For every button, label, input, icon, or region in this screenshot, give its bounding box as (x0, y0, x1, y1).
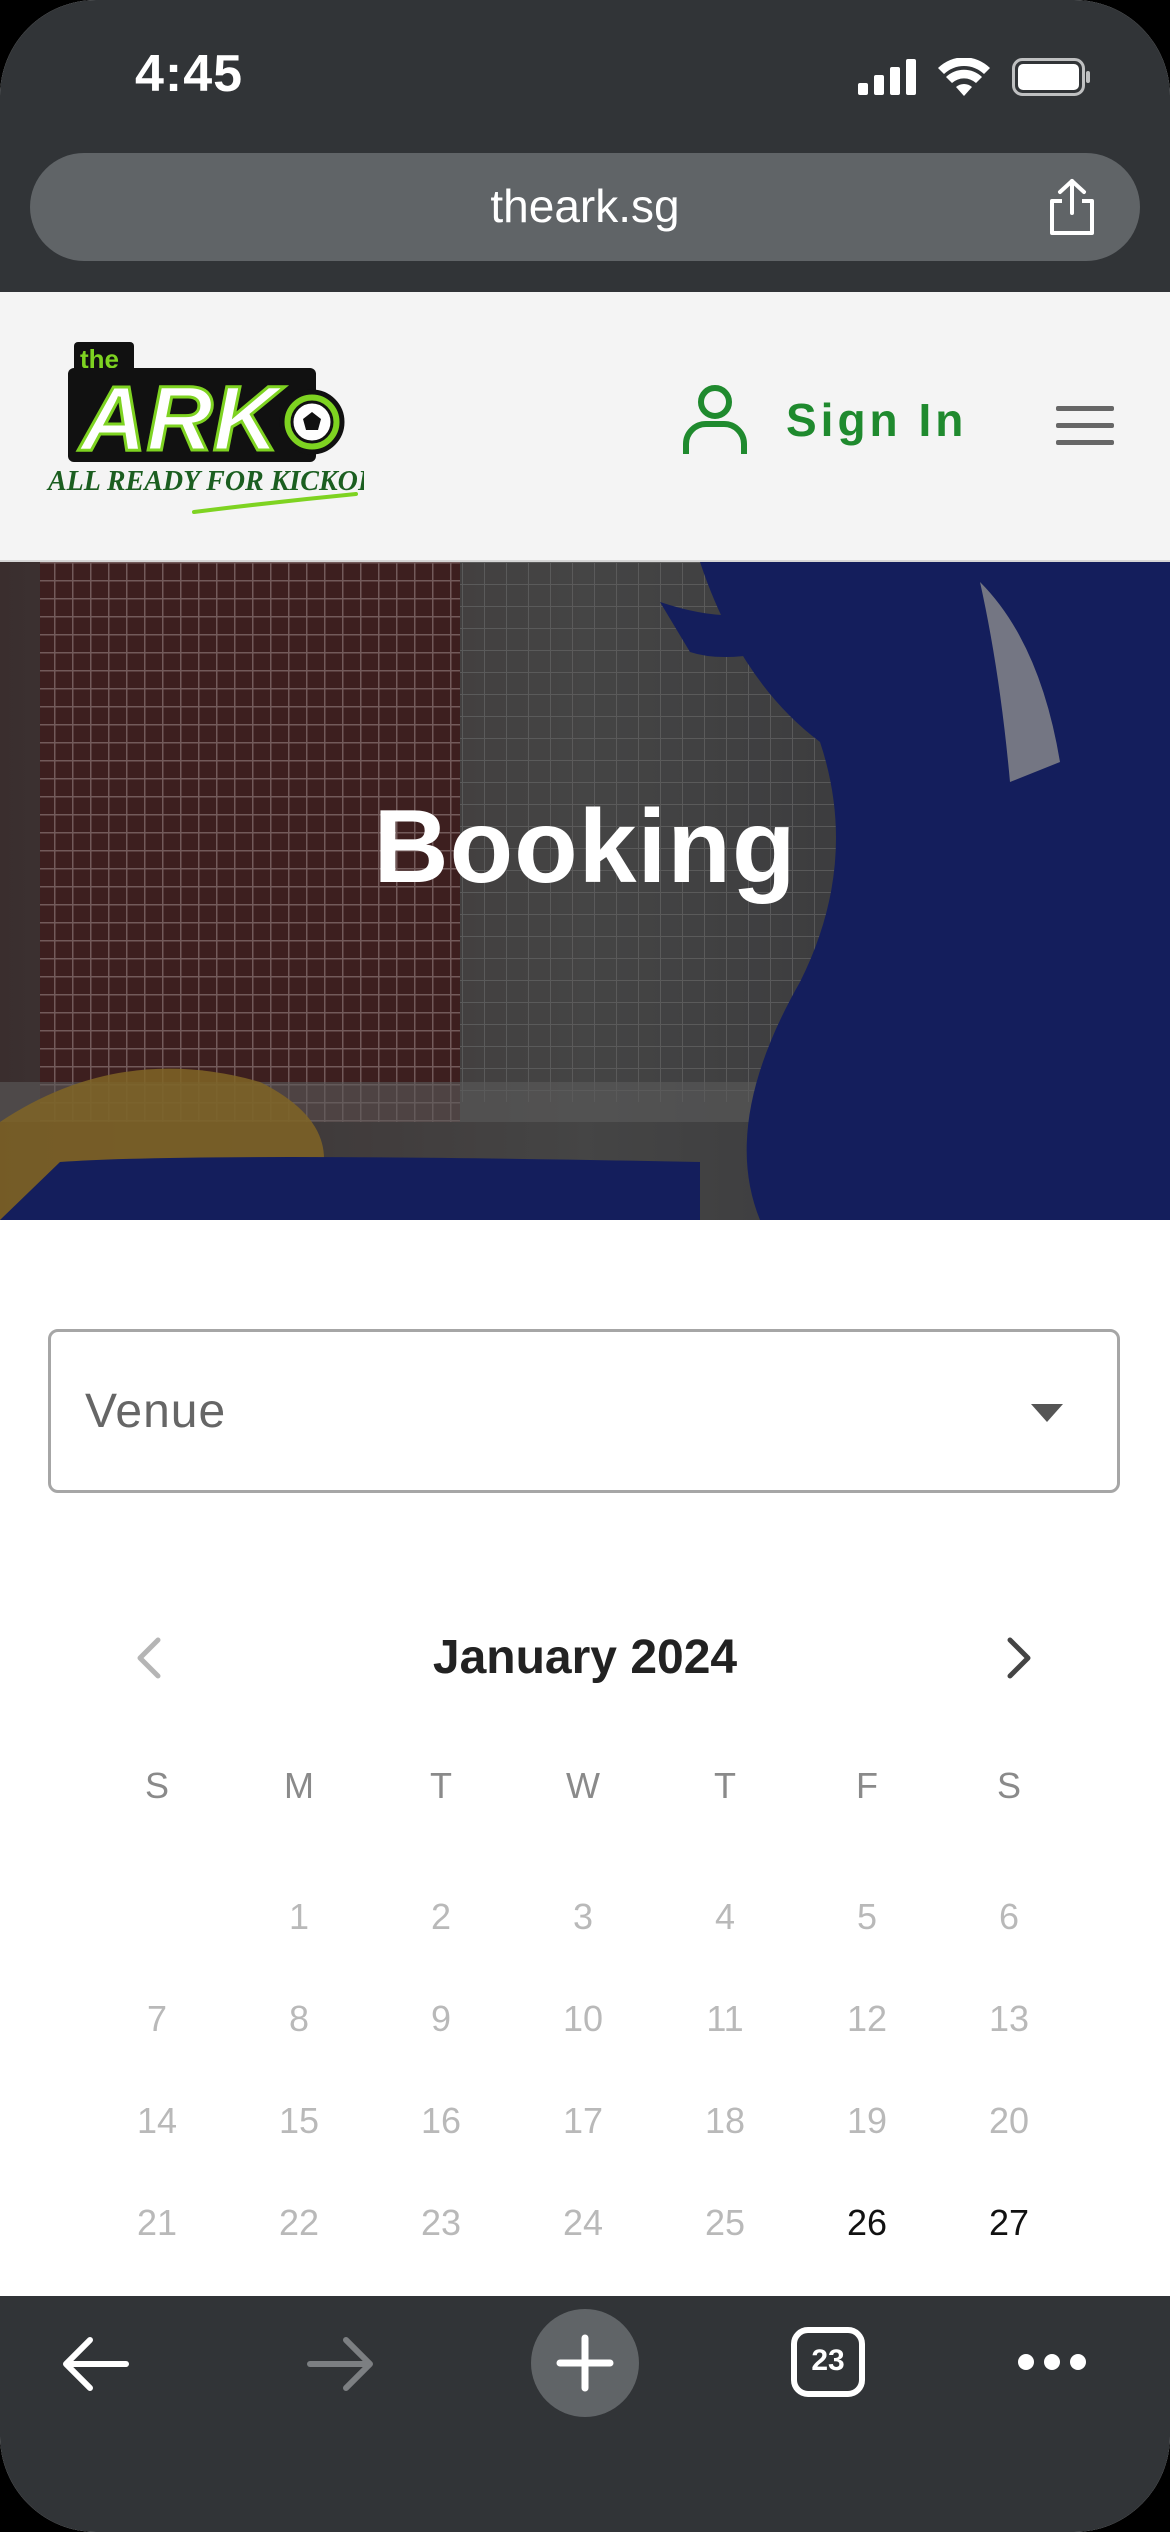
venue-select-placeholder: Venue (85, 1385, 227, 1438)
calendar-day: 3 (572, 1896, 594, 1937)
sign-in-link[interactable]: Sign In (680, 384, 967, 456)
calendar-day[interactable]: 26 (796, 2172, 938, 2274)
page-title: Booking (373, 789, 797, 905)
weekday-header: W (566, 1765, 600, 1806)
browser-top-chrome: 4:45 theark.sg (0, 0, 1170, 292)
site-header: the ARK ALL READY FOR KICKOFF Sign In (0, 292, 1170, 563)
calendar-day: 13 (988, 1998, 1030, 2039)
battery-icon (1012, 58, 1090, 96)
calendar-day: 20 (988, 2100, 1030, 2141)
weekday-header: F (856, 1765, 878, 1806)
venue-select[interactable]: Venue (48, 1329, 1120, 1493)
calendar-day: 10 (562, 1998, 604, 2039)
weekday-header: S (144, 1765, 169, 1806)
more-options-icon[interactable] (1016, 2350, 1088, 2374)
caret-down-icon (1031, 1404, 1063, 1422)
tabs-button[interactable]: 23 (790, 2326, 866, 2398)
status-icons (858, 56, 1092, 98)
forward-arrow-icon[interactable] (304, 2334, 376, 2394)
weekday-header: S (996, 1765, 1021, 1806)
calendar-day: 18 (704, 2100, 746, 2141)
back-arrow-icon[interactable] (60, 2334, 132, 2394)
calendar-day: 9 (430, 1998, 452, 2039)
calendar-day: 16 (420, 2100, 462, 2141)
calendar-day: 24 (562, 2202, 604, 2243)
browser-bottom-toolbar: 23 (0, 2296, 1170, 2532)
calendar-day: 4 (714, 1896, 736, 1937)
calendar-day: 21 (136, 2202, 178, 2243)
wifi-icon (938, 58, 990, 96)
calendar-grid: S M T W T F S 1 2 3 4 5 6 7 8 9 10 11 12 13 14 15 16 17 18 19 20 21… (86, 1764, 1086, 2376)
share-icon[interactable] (1044, 177, 1100, 237)
weekday-header: T (714, 1765, 736, 1806)
signal-icon (858, 59, 916, 95)
status-time: 4:45 (135, 45, 244, 103)
calendar-day: 11 (706, 1998, 744, 2039)
calendar-day[interactable]: 27 (938, 2172, 1080, 2274)
chevron-right-icon[interactable] (1002, 1636, 1036, 1680)
address-bar[interactable]: theark.sg (30, 153, 1140, 261)
calendar-day: 12 (846, 1998, 888, 2039)
sign-in-label: Sign In (786, 394, 968, 446)
weekday-header: M (284, 1765, 314, 1806)
calendar-day: 17 (562, 2100, 604, 2141)
calendar-day: 25 (704, 2202, 746, 2243)
calendar-day: 2 (430, 1896, 452, 1937)
calendar-empty-cell (86, 1866, 228, 1968)
url-text: theark.sg (490, 180, 680, 232)
new-tab-plus-icon[interactable] (530, 2308, 640, 2418)
weekday-header: T (430, 1765, 452, 1806)
calendar-day: 22 (278, 2202, 320, 2243)
tab-count: 23 (811, 2344, 845, 2377)
calendar-day: 15 (278, 2100, 320, 2141)
calendar-day: 6 (998, 1896, 1020, 1937)
hero-banner: Booking (0, 562, 1170, 1220)
calendar-day: 5 (856, 1896, 878, 1937)
calendar-day: 7 (146, 1998, 168, 2039)
ark-logo[interactable]: the ARK ALL READY FOR KICKOFF (44, 332, 364, 522)
calendar-day: 8 (288, 1998, 310, 2039)
hamburger-menu-icon[interactable] (1056, 404, 1114, 448)
svg-text:ALL READY FOR KICKOFF: ALL READY FOR KICKOFF (46, 466, 364, 497)
calendar-day: 1 (288, 1896, 310, 1937)
user-icon (683, 385, 747, 454)
calendar-day: 23 (420, 2202, 462, 2243)
svg-text:ARK: ARK (78, 368, 286, 470)
calendar-day: 14 (136, 2100, 178, 2141)
calendar-month-label: January 2024 (432, 1631, 738, 1684)
phone-screen: 4:45 theark.sg the ARK ALL READY FOR KIC… (0, 0, 1170, 2532)
calendar-day: 19 (846, 2100, 888, 2141)
